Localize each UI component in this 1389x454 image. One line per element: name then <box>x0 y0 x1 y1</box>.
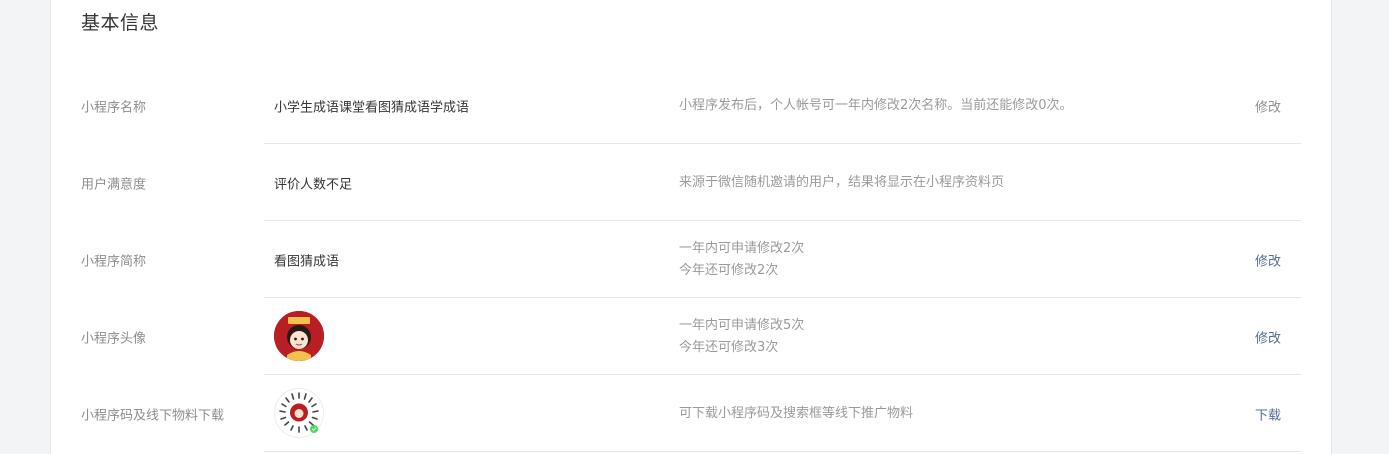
avatar-cartoon-icon <box>274 311 324 361</box>
row-label: 用户满意度 <box>81 177 147 192</box>
short-name-value: 看图猜成语 <box>274 254 340 269</box>
mini-program-avatar <box>274 311 324 361</box>
row-description: 来源于微信随机邀请的用户，结果将显示在小程序资料页 <box>679 172 1004 194</box>
description-line: 可下载小程序码及搜索框等线下推广物料 <box>679 405 914 421</box>
description-line: 今年还可修改2次 <box>679 262 779 278</box>
mini-program-code-icon <box>279 392 319 433</box>
row-description: 可下载小程序码及搜索框等线下推广物料 <box>679 403 913 425</box>
edit-avatar-link[interactable]: 修改 <box>1255 327 1281 346</box>
description-line: 今年还可修改3次 <box>679 339 779 355</box>
row-label: 小程序码及线下物料下载 <box>81 408 225 423</box>
description-line: 小程序发布后，个人帐号可一年内修改2次名称。当前还能修改0次。 <box>679 97 1073 113</box>
edit-short-name-link[interactable]: 修改 <box>1255 250 1281 269</box>
row-description: 一年内可申请修改5次 今年还可修改3次 <box>679 315 804 359</box>
description-line: 来源于微信随机邀请的用户，结果将显示在小程序资料页 <box>679 174 1005 190</box>
user-satisfaction-value: 评价人数不足 <box>274 177 353 192</box>
description-line: 一年内可申请修改5次 <box>679 317 805 333</box>
row-mini-program-code: 小程序码及线下物料下载 可下载小程序码及搜索框等线下推广物料 下载 <box>51 375 1331 452</box>
row-divider <box>264 451 1301 452</box>
description-line: 一年内可申请修改2次 <box>679 240 805 256</box>
row-mini-program-name: 小程序名称 小学生成语课堂看图猜成语学成语 小程序发布后，个人帐号可一年内修改2… <box>51 67 1331 144</box>
row-label: 小程序名称 <box>81 100 147 115</box>
mini-program-code-image <box>274 388 324 438</box>
row-user-satisfaction: 用户满意度 评价人数不足 来源于微信随机邀请的用户，结果将显示在小程序资料页 <box>51 144 1331 221</box>
row-description: 一年内可申请修改2次 今年还可修改2次 <box>679 238 804 282</box>
mini-program-name-value: 小学生成语课堂看图猜成语学成语 <box>274 100 470 115</box>
download-code-link[interactable]: 下载 <box>1255 404 1281 423</box>
edit-name-link[interactable]: 修改 <box>1255 96 1281 115</box>
row-label: 小程序头像 <box>81 331 147 346</box>
row-short-name: 小程序简称 看图猜成语 一年内可申请修改2次 今年还可修改2次 修改 <box>51 221 1331 298</box>
basic-info-card: 基本信息 小程序名称 小学生成语课堂看图猜成语学成语 小程序发布后，个人帐号可一… <box>50 0 1332 454</box>
row-label: 小程序简称 <box>81 254 147 269</box>
row-description: 小程序发布后，个人帐号可一年内修改2次名称。当前还能修改0次。 <box>679 95 1073 117</box>
section-title: 基本信息 <box>81 12 160 34</box>
row-avatar: 小程序头像 一年内可申请修改5次 今年还可修改3次 修改 <box>51 298 1331 375</box>
